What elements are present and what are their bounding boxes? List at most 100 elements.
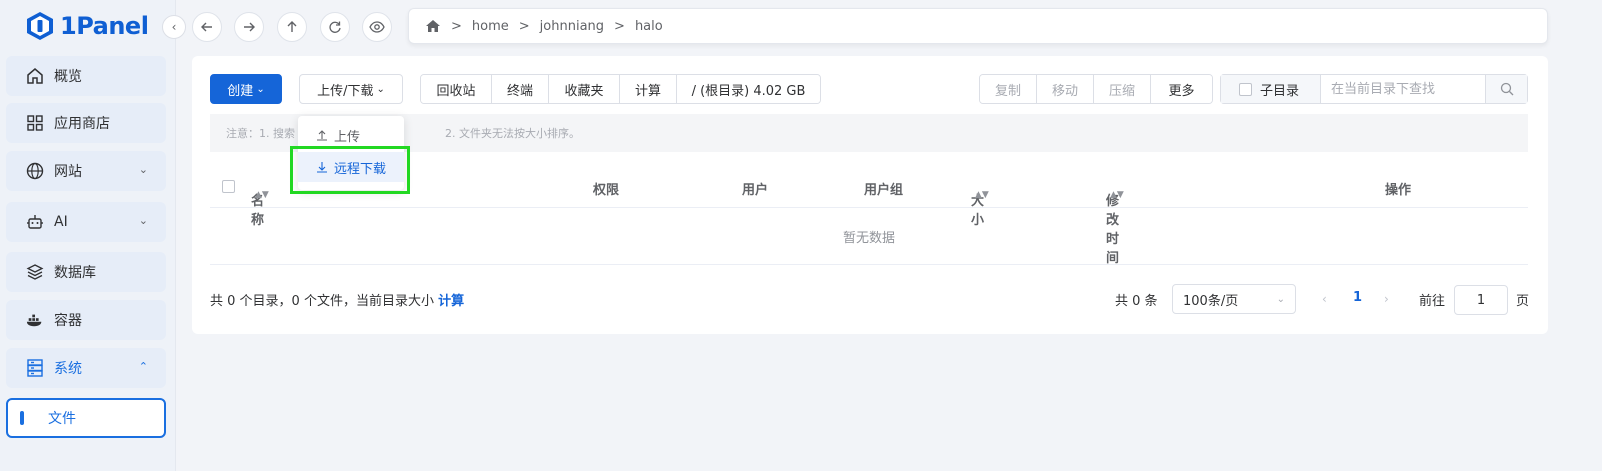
copy-button[interactable]: 复制: [980, 75, 1037, 103]
chevron-up-icon: ⌃: [138, 360, 148, 373]
checkbox[interactable]: [1239, 82, 1252, 96]
remote-download-label: 远程下载: [334, 161, 387, 177]
recycle-bin-button[interactable]: 回收站: [421, 75, 492, 103]
compress-button[interactable]: 压缩: [1094, 75, 1151, 103]
path-separator: >: [518, 18, 530, 34]
path-segment-home[interactable]: home: [472, 19, 509, 34]
path-separator: >: [614, 18, 625, 34]
sidebar-item-database[interactable]: 数据库: [6, 252, 166, 292]
calculate-button[interactable]: 计算: [620, 75, 677, 103]
home-icon[interactable]: [425, 18, 441, 34]
refresh-icon: [329, 21, 341, 33]
sidebar-item-label: 容器: [54, 313, 82, 329]
path-segment-johnniang[interactable]: johnniang: [540, 19, 604, 34]
eye-icon: [369, 21, 385, 33]
page-size-value: 100条/页: [1183, 293, 1239, 309]
sidebar-item-label: AI: [54, 214, 68, 230]
prev-page-button[interactable]: ‹: [1322, 292, 1327, 306]
sidebar-item-label: 网站: [54, 164, 82, 180]
upload-menu-item[interactable]: 上传: [298, 120, 404, 150]
upload-download-label: 上传/下载: [317, 83, 374, 99]
notice-bar: 注意：1. 搜索 2. 文件夹无法按大小排序。: [210, 114, 1528, 152]
upload-download-button[interactable]: 上传/下载 ⌄: [299, 74, 403, 104]
total-count: 共 0 条: [1115, 294, 1158, 309]
server-icon: [26, 359, 44, 377]
sidebar-item-website[interactable]: 网站 ⌄: [6, 151, 166, 191]
page-size-select[interactable]: 100条/页 ⌄: [1172, 284, 1296, 314]
remote-download-menu-item[interactable]: 远程下载: [298, 152, 404, 182]
download-icon: [317, 162, 327, 173]
globe-icon: [26, 162, 44, 180]
logo-icon: [27, 12, 53, 40]
footer-summary: 共 0 个目录，0 个文件，当前目录大小 计算: [210, 290, 464, 309]
goto-label: 前往: [1419, 294, 1446, 309]
sidebar-item-container[interactable]: 容器: [6, 300, 166, 340]
page-suffix: 页: [1516, 294, 1530, 309]
more-button[interactable]: 更多: [1151, 75, 1212, 103]
root-dir-size-button[interactable]: / (根目录) 4.02 GB: [677, 75, 820, 103]
upload-download-dropdown: 上传 远程下载: [298, 116, 404, 190]
database-icon: [26, 263, 44, 281]
upload-label: 上传: [334, 129, 361, 145]
view-hidden-button[interactable]: [362, 12, 392, 42]
empty-state: 暂无数据: [210, 208, 1528, 265]
subdirectory-checkbox[interactable]: 子目录: [1221, 75, 1321, 103]
active-indicator: [20, 411, 24, 425]
docker-icon: [26, 311, 44, 329]
sidebar-item-appstore[interactable]: 应用商店: [6, 103, 166, 143]
sort-icon[interactable]: ▲▼: [975, 190, 989, 200]
refresh-button[interactable]: [320, 12, 350, 42]
back-button[interactable]: [192, 12, 222, 42]
path-breadcrumb: > home > johnniang > halo: [408, 8, 1548, 44]
sidebar-item-files[interactable]: 文件: [6, 398, 166, 438]
up-button[interactable]: [277, 12, 307, 42]
goto-page-input[interactable]: [1454, 285, 1508, 315]
chevron-down-icon: ⌄: [1276, 293, 1285, 305]
sidebar-item-label: 数据库: [54, 265, 96, 281]
next-page-button[interactable]: ›: [1384, 292, 1389, 306]
sidebar-item-system[interactable]: 系统 ⌃: [6, 348, 166, 388]
apps-icon: [26, 114, 44, 132]
select-all-checkbox[interactable]: [222, 180, 235, 193]
column-permission: 权限: [593, 183, 620, 198]
create-button-label: 创建: [227, 83, 254, 99]
search-box: 子目录: [1220, 74, 1528, 104]
compute-size-link[interactable]: 计算: [438, 294, 464, 309]
chevron-down-icon: ⌄: [138, 163, 148, 176]
sidebar-item-label: 系统: [54, 361, 82, 377]
collapse-sidebar-button[interactable]: ‹: [162, 15, 186, 39]
path-segment-halo[interactable]: halo: [635, 19, 663, 34]
move-button[interactable]: 移动: [1037, 75, 1094, 103]
create-button[interactable]: 创建 ⌄: [210, 74, 282, 104]
sidebar-item-ai[interactable]: AI ⌄: [6, 202, 166, 242]
chevron-down-icon: ⌄: [376, 83, 385, 95]
home-icon: [26, 67, 44, 85]
column-user: 用户: [742, 183, 769, 198]
arrow-right-icon: [244, 22, 255, 32]
search-input[interactable]: [1321, 75, 1485, 103]
tool-button-group: 回收站 终端 收藏夹 计算 / (根目录) 4.02 GB: [420, 74, 821, 104]
subdirectory-label: 子目录: [1260, 83, 1300, 99]
sort-icon[interactable]: ▲▼: [1110, 190, 1124, 200]
sort-icon[interactable]: ▲▼: [255, 190, 269, 200]
search-button[interactable]: [1485, 75, 1527, 103]
page-number-current[interactable]: 1: [1353, 290, 1362, 305]
action-button-group: 复制 移动 压缩 更多: [979, 74, 1213, 104]
notice-text-2: 2. 文件夹无法按大小排序。: [445, 127, 580, 140]
favorites-button[interactable]: 收藏夹: [549, 75, 620, 103]
notice-text: 注意：1. 搜索: [226, 127, 295, 140]
logo[interactable]: 1Panel: [26, 8, 149, 44]
path-separator: >: [451, 18, 462, 34]
sidebar-item-label: 文件: [48, 411, 76, 427]
arrow-left-icon: [201, 22, 212, 32]
forward-button[interactable]: [234, 12, 264, 42]
table-header: 名称 ▲▼ 权限 用户 用户组 大小 ▲▼ 修改时间 ▲▼ 操作: [210, 168, 1528, 266]
terminal-button[interactable]: 终端: [492, 75, 549, 103]
chevron-down-icon: ⌄: [256, 83, 265, 95]
robot-icon: [26, 213, 44, 231]
sidebar-item-overview[interactable]: 概览: [6, 56, 166, 96]
logo-text: 1Panel: [60, 12, 149, 40]
column-actions: 操作: [1385, 183, 1412, 198]
file-manager-card: 创建 ⌄ 上传/下载 ⌄ 回收站 终端 收藏夹 计算 / (根目录) 4.02 …: [192, 56, 1548, 334]
chevron-down-icon: ⌄: [138, 214, 148, 227]
